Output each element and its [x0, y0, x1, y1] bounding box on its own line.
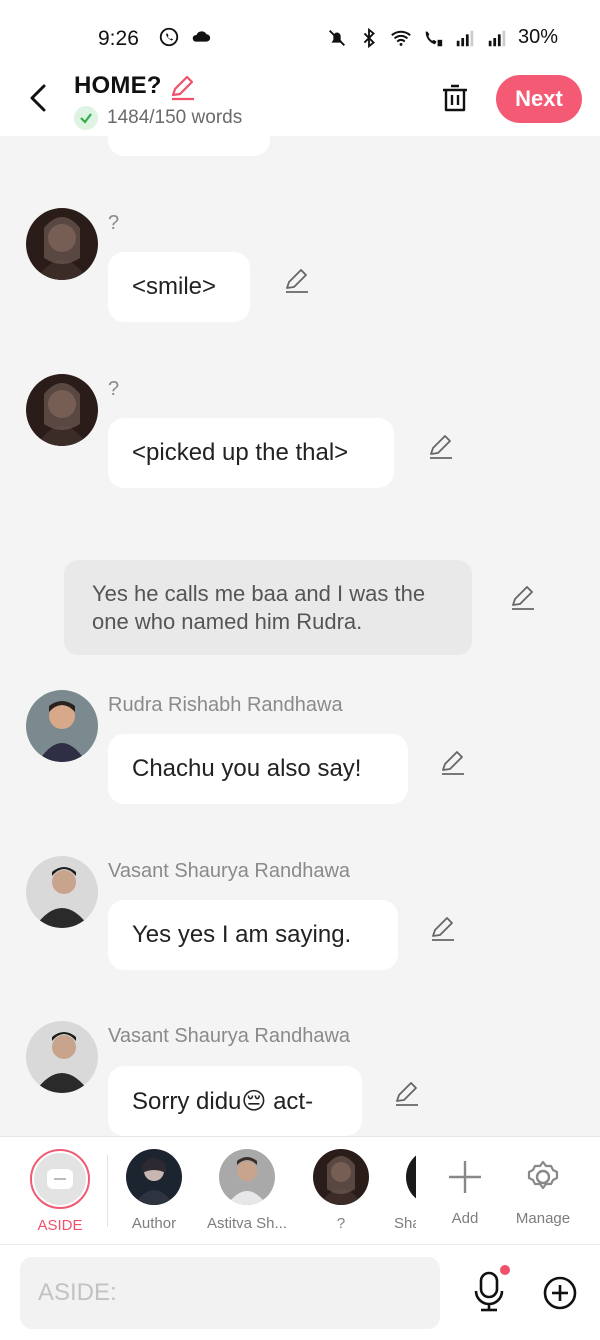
message-text: <smile> — [132, 273, 217, 300]
speaker-name: Rudra Rishabh Randhawa — [108, 694, 343, 716]
speaker-name: Vasant Shaurya Randhawa — [108, 1025, 351, 1047]
chevron-left-icon — [30, 84, 46, 112]
character-label: Astitva Sh... — [206, 1215, 288, 1232]
word-count: 1484/150 words — [107, 107, 243, 128]
whatsapp-icon — [159, 27, 179, 47]
mute-bell-icon — [328, 29, 345, 46]
aside-input[interactable] — [20, 1257, 440, 1329]
aside-bubble[interactable]: Yes he calls me baa and I was the one wh… — [64, 560, 472, 655]
manage-characters-button[interactable]: Manage — [498, 1149, 588, 1227]
status-left-icons — [158, 26, 212, 48]
message-bubble-partial[interactable] — [108, 136, 270, 156]
edit-message-icon[interactable] — [282, 266, 310, 294]
edit-message-icon[interactable] — [428, 914, 456, 942]
veiled-woman-avatar[interactable] — [26, 208, 98, 280]
trash-icon — [443, 84, 467, 112]
cloud-icon — [192, 31, 211, 42]
veiled-woman-avatar[interactable] — [26, 374, 98, 446]
aside-character-icon — [30, 1149, 90, 1209]
add-character-button[interactable]: Add — [420, 1149, 510, 1227]
child-avatar[interactable] — [26, 690, 98, 762]
character-label: Manage — [515, 1210, 571, 1227]
edit-message-icon[interactable] — [426, 432, 454, 460]
input-bar — [0, 1244, 600, 1340]
message-bubble[interactable]: <picked up the thal> — [108, 418, 394, 488]
edit-message-icon[interactable] — [438, 748, 466, 776]
sha-avatar — [406, 1149, 416, 1205]
edit-aside-icon[interactable] — [508, 583, 536, 611]
status-time: 9:26 — [98, 27, 139, 50]
character-label: Author — [131, 1215, 177, 1232]
page-title: HOME? — [74, 72, 162, 99]
message-bubble[interactable]: Sorry didu😔 act- — [108, 1066, 362, 1136]
status-right-icons: 30% — [326, 26, 558, 49]
plus-icon — [449, 1161, 481, 1193]
delete-button[interactable] — [438, 80, 472, 116]
speaker-name: ? — [108, 378, 120, 400]
notification-dot — [500, 1265, 510, 1275]
plus-circle-icon[interactable] — [542, 1275, 578, 1311]
bluetooth-icon — [363, 27, 375, 48]
character-aside[interactable]: ASIDE — [15, 1149, 105, 1234]
man-avatar[interactable] — [26, 1021, 98, 1093]
character-author[interactable]: Author — [109, 1149, 199, 1232]
veiled-woman-avatar — [313, 1149, 369, 1205]
call-signal-icon — [425, 31, 443, 46]
character-label: Sha — [394, 1215, 416, 1232]
wifi-icon — [391, 30, 411, 46]
character-unknown[interactable]: ? — [296, 1149, 386, 1232]
author-avatar — [126, 1149, 182, 1205]
speaker-name: ? — [108, 212, 120, 234]
character-bar: ASIDE Author Astitva Sh... ? Sha Add Man… — [0, 1136, 600, 1244]
character-label: ? — [336, 1215, 346, 1232]
gear-icon — [527, 1160, 559, 1190]
microphone-icon[interactable] — [472, 1269, 506, 1313]
chat-area[interactable]: ? <smile> ? <picked up the thal> Yes he … — [0, 136, 600, 1136]
man-avatar[interactable] — [26, 856, 98, 928]
character-astitva[interactable]: Astitva Sh... — [202, 1149, 292, 1232]
edit-message-icon[interactable] — [392, 1079, 420, 1107]
signal-bars-1-icon — [456, 30, 474, 46]
message-text: <picked up the thal> — [132, 439, 349, 466]
message-bubble[interactable]: <smile> — [108, 252, 250, 322]
edit-title-icon[interactable] — [168, 73, 196, 101]
top-bar: 9:26 30% HOME? 1484/150 words Next — [0, 0, 600, 136]
next-button[interactable]: Next — [496, 75, 582, 123]
character-label: ASIDE — [37, 1217, 83, 1234]
message-text: Chachu you also say! — [132, 755, 362, 782]
signal-bars-2-icon — [488, 30, 506, 46]
back-button[interactable] — [22, 80, 54, 116]
message-text: Yes yes I am saying. — [132, 921, 352, 948]
divider — [107, 1155, 108, 1227]
astitva-avatar — [219, 1149, 275, 1205]
check-icon — [74, 106, 98, 130]
battery-level: 30% — [517, 26, 558, 48]
message-bubble[interactable]: Yes yes I am saying. — [108, 900, 398, 970]
character-sha[interactable]: Sha — [390, 1149, 416, 1232]
character-label: Add — [451, 1210, 479, 1227]
message-text: Sorry didu😔 act- — [132, 1087, 314, 1115]
speaker-name: Vasant Shaurya Randhawa — [108, 860, 351, 882]
message-bubble[interactable]: Chachu you also say! — [108, 734, 408, 804]
